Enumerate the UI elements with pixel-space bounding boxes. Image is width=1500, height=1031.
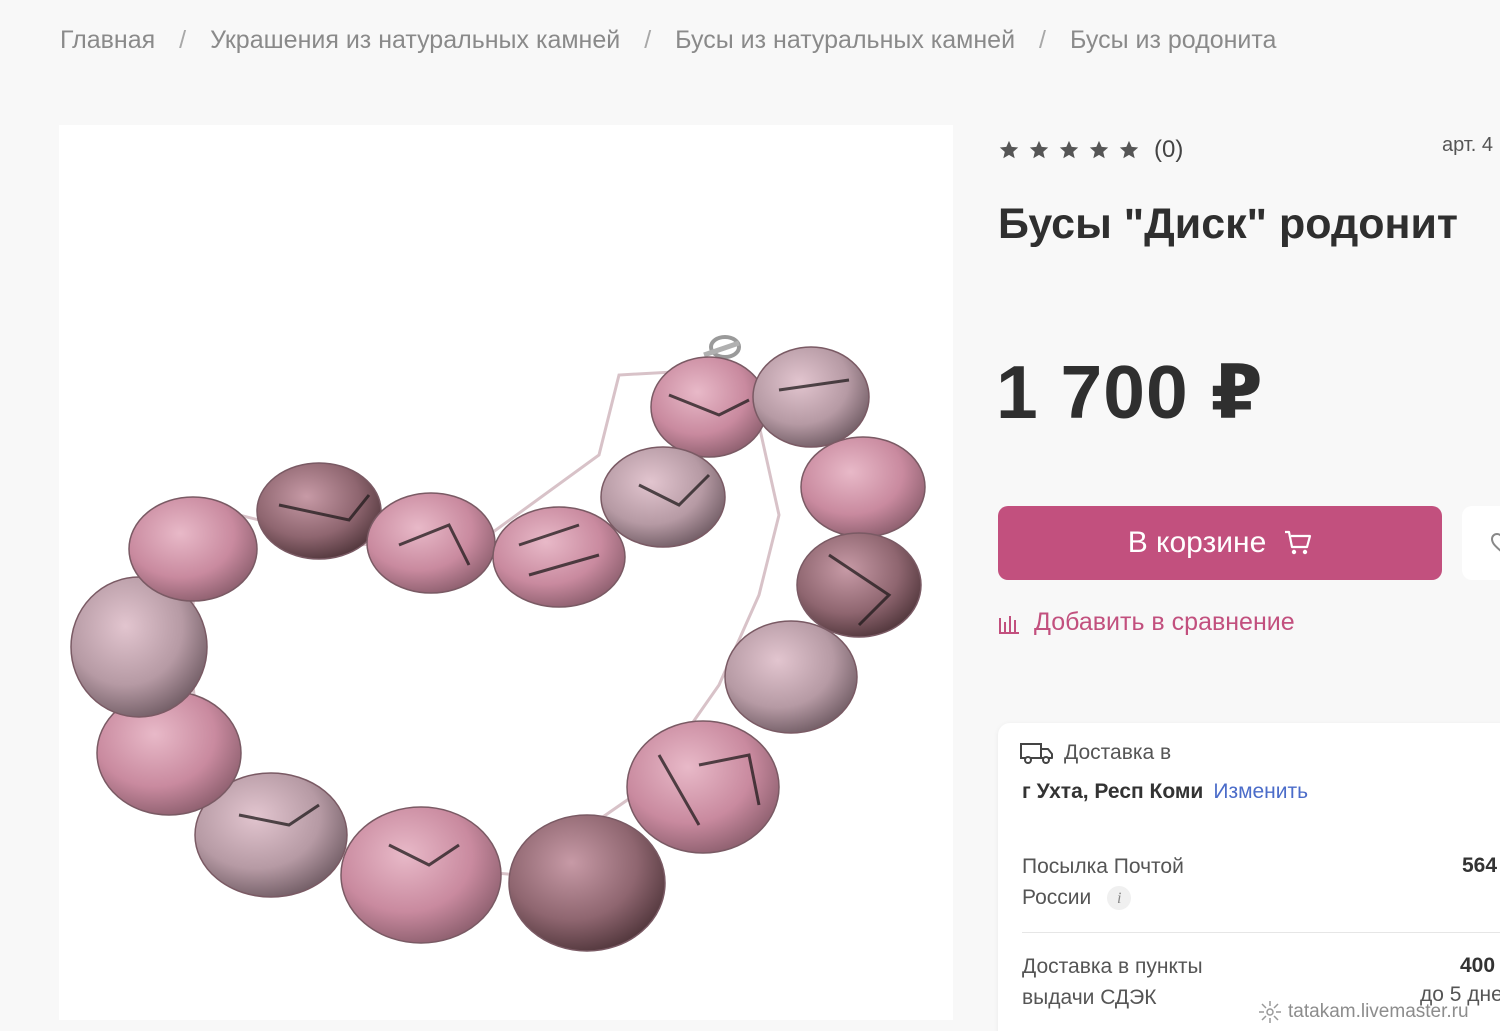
add-to-compare[interactable]: Добавить в сравнение bbox=[998, 608, 1295, 637]
breadcrumb-separator: / bbox=[1039, 26, 1046, 54]
product-photo[interactable] bbox=[59, 125, 953, 1020]
star-icon bbox=[1059, 140, 1079, 159]
product-rating[interactable]: (0) bbox=[998, 136, 1183, 164]
truck-icon bbox=[1020, 743, 1053, 764]
delivery-option-post: Посылка Почтой России i bbox=[1022, 851, 1184, 913]
breadcrumb-jewelry[interactable]: Украшения из натуральных камней bbox=[210, 26, 620, 55]
star-icon bbox=[1089, 140, 1109, 159]
breadcrumb-necklaces[interactable]: Бусы из натуральных камней bbox=[675, 26, 1015, 55]
delivery-option-price: 400 bbox=[1460, 954, 1496, 977]
star-icon bbox=[1119, 140, 1139, 159]
compare-icon bbox=[999, 615, 1019, 634]
delivery-option-name: Посылка Почтой bbox=[1022, 855, 1184, 878]
star-icon bbox=[1029, 140, 1049, 159]
breadcrumb: Главная / Украшения из натуральных камне… bbox=[60, 26, 1276, 55]
article-number: арт. 4 bbox=[1442, 134, 1493, 156]
rating-stars bbox=[998, 139, 1140, 161]
rating-count: (0) bbox=[1154, 136, 1184, 163]
in-cart-label: В корзине bbox=[1127, 526, 1267, 559]
info-icon[interactable]: i bbox=[1107, 886, 1132, 911]
watermark: tatakam.livemaster.ru bbox=[1258, 1000, 1469, 1024]
delivery-option-cdek: Доставка в пункты выдачи СДЭК bbox=[1022, 951, 1203, 1013]
delivery-divider bbox=[1022, 932, 1500, 933]
change-city-link[interactable]: Изменить bbox=[1213, 780, 1308, 804]
breadcrumb-rhodonite[interactable]: Бусы из родонита bbox=[1070, 26, 1276, 55]
cart-icon bbox=[1285, 530, 1312, 555]
compare-label: Добавить в сравнение bbox=[1034, 608, 1295, 636]
breadcrumb-separator: / bbox=[644, 26, 652, 54]
heart-icon bbox=[1490, 532, 1500, 552]
delivery-header: Доставка в bbox=[1020, 741, 1171, 765]
delivery-option-price: 564 bbox=[1462, 854, 1498, 877]
delivery-option-name: России i bbox=[1022, 882, 1184, 913]
star-icon bbox=[999, 140, 1019, 159]
delivery-header-label: Доставка в bbox=[1064, 741, 1172, 764]
delivery-location: г Ухта, Респ Коми Изменить bbox=[1022, 780, 1308, 804]
delivery-option-name: выдачи СДЭК bbox=[1022, 986, 1157, 1009]
flower-icon bbox=[1259, 1001, 1281, 1023]
breadcrumb-separator: / bbox=[179, 26, 187, 54]
in-cart-button[interactable]: В корзине bbox=[998, 506, 1442, 580]
product-price: 1 700 ₽ bbox=[996, 350, 1264, 434]
breadcrumb-home[interactable]: Главная bbox=[60, 26, 155, 55]
product-title: Бусы "Диск" родонит bbox=[998, 200, 1458, 248]
watermark-text: tatakam.livemaster.ru bbox=[1288, 1001, 1469, 1022]
favorite-button[interactable] bbox=[1462, 506, 1500, 580]
necklace-image bbox=[70, 335, 926, 952]
delivery-city: г Ухта, Респ Коми bbox=[1022, 780, 1204, 803]
delivery-option-name: Доставка в пункты bbox=[1022, 955, 1203, 978]
